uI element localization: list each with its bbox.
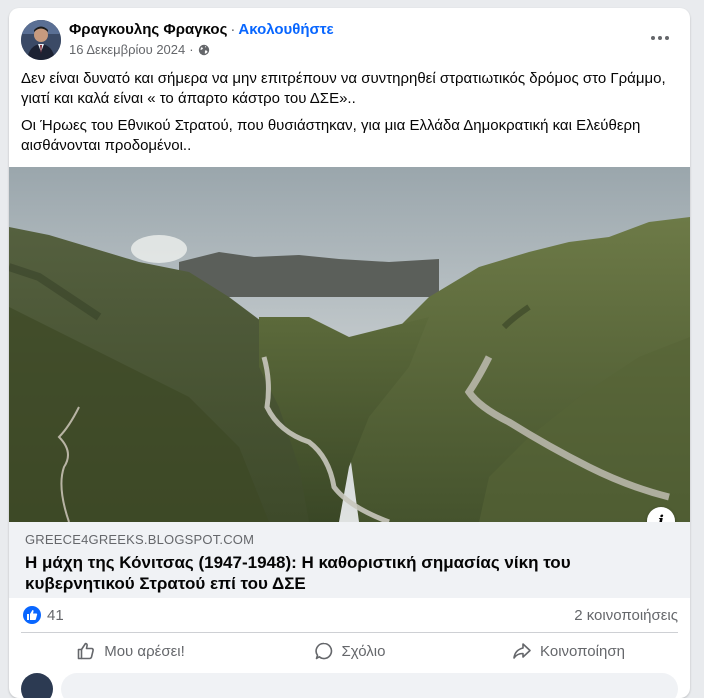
post-paragraph: Δεν είναι δυνατό και σήμερα να μην επιτρ… <box>21 70 666 107</box>
name-separator: · <box>230 21 236 38</box>
thumbs-up-icon <box>77 642 95 660</box>
like-reaction-icon[interactable] <box>23 606 41 624</box>
like-label: Μου αρέσει! <box>104 642 185 660</box>
post-meta: 16 Δεκεμβρίου 2024 · <box>69 42 210 57</box>
author-line: Φραγκουλης Φραγκος · Ακολουθήστε <box>69 21 334 38</box>
post-date[interactable]: 16 Δεκεμβρίου 2024 <box>69 42 185 57</box>
more-options-icon[interactable] <box>648 28 672 48</box>
viewer-avatar[interactable] <box>21 673 53 698</box>
share-icon <box>513 643 531 659</box>
more-dot <box>658 36 662 40</box>
link-domain: GREECE4GREEKS.BLOGSPOT.COM <box>25 532 255 547</box>
post-actions: Μου αρέσει! Σχόλιο Κοινοποίηση <box>21 634 678 668</box>
like-count[interactable]: 41 <box>47 607 64 624</box>
share-count[interactable]: 2 κοινοποιήσεις <box>574 607 678 624</box>
link-preview[interactable]: GREECE4GREEKS.BLOGSPOT.COM Η μάχη της Κό… <box>9 522 690 598</box>
link-preview-image[interactable]: i <box>9 167 690 522</box>
post-stats: 41 2 κοινοποιήσεις <box>9 598 690 634</box>
comment-label: Σχόλιο <box>341 642 386 660</box>
more-dot <box>665 36 669 40</box>
comment-icon <box>314 642 332 660</box>
post-card: Φραγκουλης Φραγκος · Ακολουθήστε 16 Δεκεμβ… <box>9 8 690 698</box>
author-avatar[interactable] <box>21 20 61 60</box>
actions-divider <box>21 632 678 633</box>
comment-composer <box>21 673 678 698</box>
follow-button[interactable]: Ακολουθήστε <box>238 21 333 38</box>
post-paragraph: Οι Ήρωες του Εθνικού Στρατού, που θυσιάσ… <box>21 117 641 154</box>
comment-input[interactable] <box>61 673 678 698</box>
post-header: Φραγκουλης Φραγκος · Ακολουθήστε 16 Δεκεμβ… <box>9 8 690 68</box>
author-name[interactable]: Φραγκουλης Φραγκος <box>69 21 227 38</box>
share-button[interactable]: Κοινοποίηση <box>459 634 678 668</box>
globe-icon[interactable] <box>198 44 210 56</box>
share-label: Κοινοποίηση <box>540 642 625 660</box>
comment-button[interactable]: Σχόλιο <box>240 634 459 668</box>
more-dot <box>651 36 655 40</box>
link-title[interactable]: Η μάχη της Κόνιτσας (1947-1948): Η καθορ… <box>25 552 665 594</box>
like-button[interactable]: Μου αρέσει! <box>21 634 240 668</box>
post-text: Δεν είναι δυνατό και σήμερα να μην επιτρ… <box>21 69 681 163</box>
date-separator: · <box>189 42 194 57</box>
